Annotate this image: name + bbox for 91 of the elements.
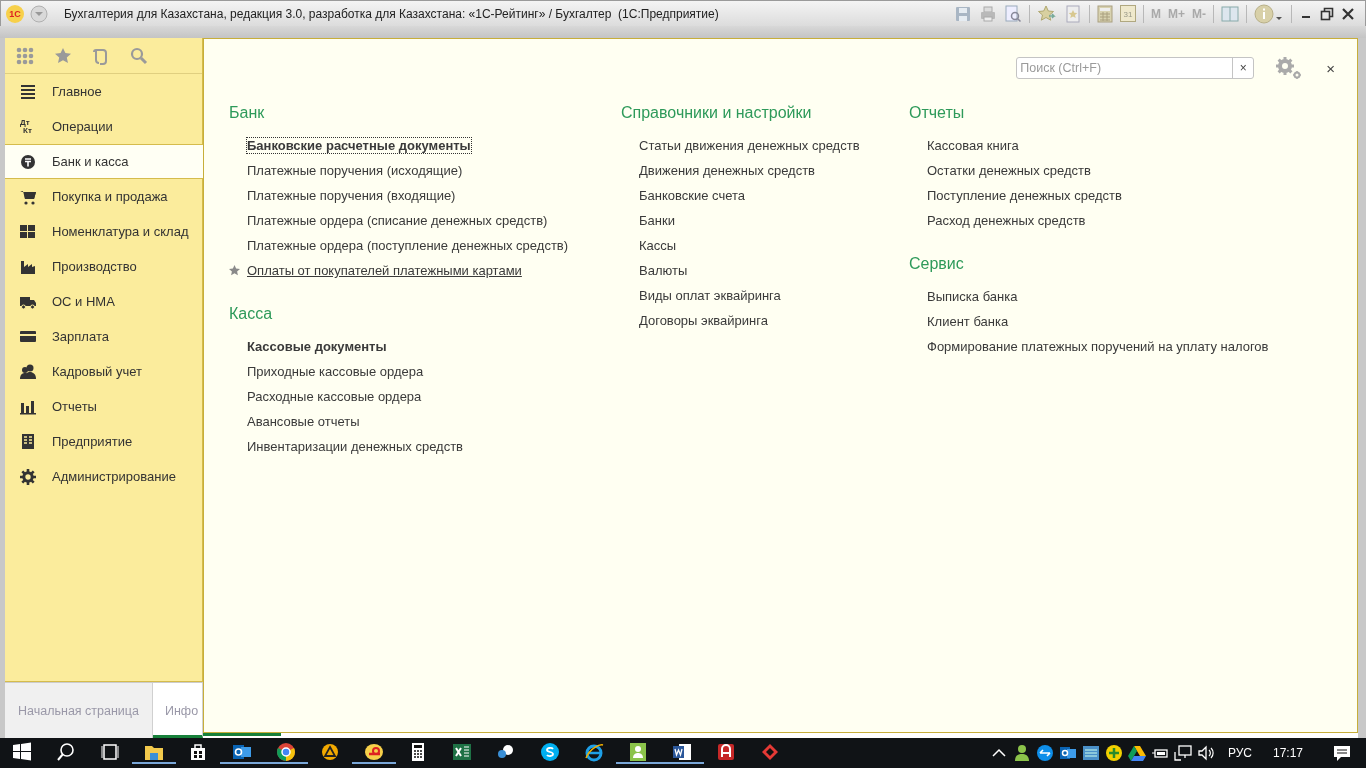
sidebar-item[interactable]: Предприятие	[5, 424, 202, 459]
link[interactable]: Расход денежных средств	[927, 213, 1086, 228]
restore-icon[interactable]	[1320, 6, 1334, 21]
sidebar-item[interactable]: Покупка и продажа	[5, 179, 202, 214]
tiles-icon	[20, 223, 36, 240]
link[interactable]: Статьи движения денежных средств	[639, 138, 860, 153]
sidebar-item[interactable]: ОС и НМА	[5, 284, 202, 319]
app-logo-icon[interactable]	[352, 742, 396, 764]
link[interactable]: Платежные ордера (поступление денежных средств)	[247, 238, 569, 253]
debit-credit-icon: Дт Кт	[20, 118, 32, 135]
link[interactable]: Виды оплат эквайринга	[639, 288, 781, 303]
sidebar-item-label: Предприятие	[52, 434, 133, 449]
mail-app-icon[interactable]	[220, 742, 264, 764]
sidebar-item-label: Администрирование	[52, 469, 176, 484]
menu-icon	[20, 83, 36, 100]
clear-button[interactable]: ×	[1232, 58, 1254, 78]
user-card-icon[interactable]	[616, 742, 660, 764]
window-title: Бухгалтерия для Казахстана, редакция 3.0, разработка для Казахстана: «1С-Рейтинг» / Бухгалтер (1С:Предприятие)	[64, 6, 719, 21]
sidebar-item-label: Зарплата	[52, 329, 109, 344]
section-heading: Сервис	[909, 254, 965, 274]
section-heading: Отчеты	[909, 103, 966, 123]
sidebar-item[interactable]: Банк и касса	[5, 144, 203, 179]
sidebar-item-label: Покупка и продажа	[52, 189, 168, 204]
section-heading: Справочники и настройки	[621, 103, 813, 123]
link[interactable]: Кассы	[639, 238, 677, 253]
speaker-icon[interactable]	[1196, 744, 1215, 762]
link[interactable]: Договоры эквайринга	[639, 313, 768, 328]
link[interactable]: Кассовая книга	[927, 138, 1019, 153]
link[interactable]: Валюты	[639, 263, 688, 278]
sidebar-item[interactable]: Главное	[5, 74, 202, 109]
preview-icon[interactable]	[1004, 4, 1022, 23]
link[interactable]: Банковские расчетные документы	[247, 138, 471, 153]
network-icon[interactable]	[1173, 744, 1192, 762]
sidebar-item-label: Отчеты	[52, 399, 97, 414]
link[interactable]: Банковские счета	[639, 188, 746, 203]
remote-arrows-icon[interactable]	[1035, 744, 1054, 762]
section-heading: Касса	[229, 304, 274, 324]
star-icon[interactable]	[229, 265, 240, 276]
sidebar-item-label: Номенклатура и склад	[52, 224, 189, 239]
star-icon[interactable]	[54, 46, 72, 65]
link[interactable]: Формирование платежных поручений на уплату налогов	[927, 339, 1269, 354]
sidebar-item-label: Операции	[52, 119, 113, 134]
link[interactable]: Остатки денежных средств	[927, 163, 1091, 178]
link[interactable]: Платежные поручения (исходящие)	[247, 163, 463, 178]
link[interactable]: Кассовые документы	[247, 339, 387, 354]
tenge-coin-icon	[20, 153, 36, 170]
link[interactable]: Клиент банка	[927, 314, 1009, 329]
language-indicator[interactable]: РУС	[1227, 746, 1252, 760]
link[interactable]: Поступление денежных средств	[927, 188, 1122, 203]
sidebar-item-label: ОС и НМА	[52, 294, 115, 309]
notifications-icon[interactable]	[1332, 743, 1352, 763]
link[interactable]: Банки	[639, 213, 675, 228]
clock[interactable]: 17:17	[1272, 746, 1303, 760]
document-icon[interactable]	[660, 742, 704, 764]
sidebar-item[interactable]: Администрирование	[5, 459, 202, 494]
bar-chart-icon	[20, 398, 36, 415]
browser-icon[interactable]	[264, 742, 308, 764]
link[interactable]: Авансовые отчеты	[247, 414, 360, 429]
sidebar-item[interactable]: Дт Кт Операции	[5, 109, 202, 144]
star-arrow-icon[interactable]	[1037, 4, 1057, 23]
sidebar-item-label: Главное	[52, 84, 102, 99]
section-heading: Банк	[229, 103, 266, 123]
sidebar-item-label: Банк и касса	[52, 154, 129, 169]
mail-app-icon[interactable]	[1058, 744, 1077, 762]
link[interactable]: Инвентаризации денежных средств	[247, 439, 464, 454]
gear-icon	[20, 468, 36, 485]
sidebar-item[interactable]: Кадровый учет	[5, 354, 202, 389]
sidebar-item[interactable]: Производство	[5, 249, 202, 284]
link[interactable]: Приходные кассовые ордера	[247, 364, 424, 379]
sidebar-item-label: Производство	[52, 259, 137, 274]
link[interactable]: Движения денежных средств	[639, 163, 816, 178]
close-button[interactable]: ×	[1324, 59, 1337, 77]
sidebar-item[interactable]: Отчеты	[5, 389, 202, 424]
sidebar-item-label: Кадровый учет	[52, 364, 142, 379]
close-icon[interactable]	[1341, 6, 1355, 21]
sidebar-item[interactable]: Номенклатура и склад	[5, 214, 202, 249]
link[interactable]: Платежные ордера (списание денежных средств)	[247, 213, 548, 228]
card-icon	[20, 328, 36, 345]
person-icon[interactable]	[1012, 744, 1031, 762]
link[interactable]: Платежные поручения (входящие)	[247, 188, 456, 203]
link[interactable]: Расходные кассовые ордера	[247, 389, 422, 404]
sidebar-item[interactable]: Зарплата	[5, 319, 202, 354]
search-field[interactable]: Поиск (Ctrl+F) ×	[1016, 57, 1255, 79]
factory-icon	[20, 258, 36, 275]
link[interactable]: Выписка банка	[927, 289, 1018, 304]
building-icon	[20, 433, 36, 450]
plus-circle-icon[interactable]	[1104, 744, 1123, 762]
link[interactable]: Оплаты от покупателей платежными картами	[247, 263, 522, 278]
network-card-icon[interactable]	[1081, 744, 1100, 762]
people-icon	[20, 363, 36, 380]
cart-icon	[20, 188, 36, 205]
